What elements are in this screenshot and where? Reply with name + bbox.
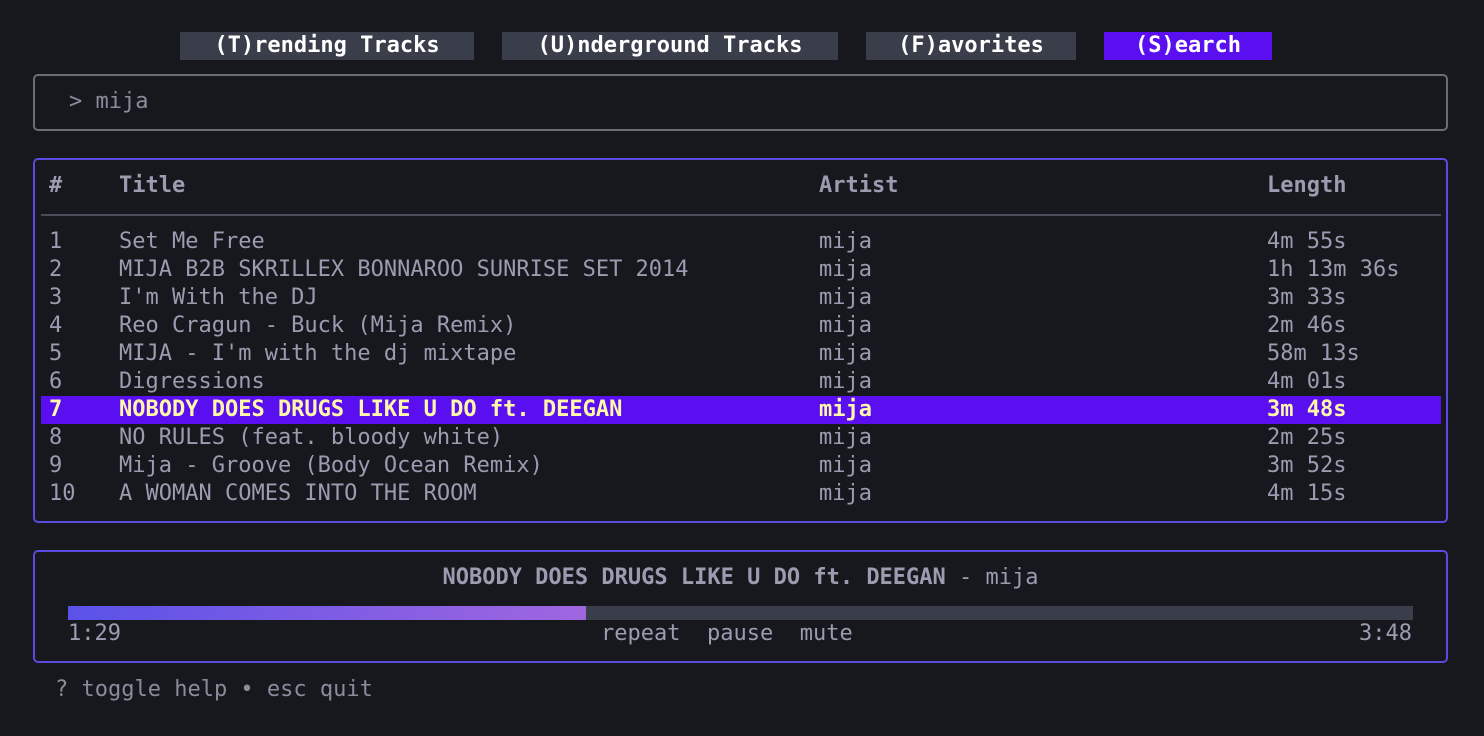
row-length: 2m 25s: [1267, 425, 1347, 450]
tab-favorites[interactable]: (F)avorites: [866, 32, 1076, 60]
row-number: 2: [49, 257, 63, 282]
table-row[interactable]: 6 Digressions mija 4m 01s: [41, 368, 1441, 396]
row-number: 7: [49, 397, 63, 422]
row-artist: mija: [819, 285, 872, 310]
total-time: 3:48: [1359, 621, 1412, 646]
row-number: 5: [49, 341, 63, 366]
row-artist: mija: [819, 229, 872, 254]
row-title: NOBODY DOES DRUGS LIKE U DO ft. DEEGAN: [119, 397, 623, 422]
table-row[interactable]: 1 Set Me Free mija 4m 55s: [41, 228, 1441, 256]
row-artist: mija: [819, 453, 872, 478]
row-number: 8: [49, 425, 63, 450]
search-prompt-symbol: >: [69, 89, 96, 114]
row-number: 6: [49, 369, 63, 394]
player-panel: NOBODY DOES DRUGS LIKE U DO ft. DEEGAN -…: [33, 550, 1448, 663]
row-title: MIJA B2B SKRILLEX BONNAROO SUNRISE SET 2…: [119, 257, 689, 282]
column-header-number: #: [49, 173, 63, 198]
row-length: 2m 46s: [1267, 313, 1347, 338]
row-length: 3m 48s: [1267, 397, 1347, 422]
table-row[interactable]: 9 Mija - Groove (Body Ocean Remix) mija 3m …: [41, 452, 1441, 480]
row-length: 4m 15s: [1267, 481, 1347, 506]
row-title: Mija - Groove (Body Ocean Remix): [119, 453, 543, 478]
row-artist: mija: [819, 397, 872, 422]
mute-button[interactable]: mute: [800, 621, 853, 646]
table-row[interactable]: 5 MIJA - I'm with the dj mixtape mija 58m 1…: [41, 340, 1441, 368]
row-title: Reo Cragun - Buck (Mija Remix): [119, 313, 517, 338]
row-length: 1h 13m 36s: [1267, 257, 1400, 282]
table-row[interactable]: 3 I'm With the DJ mija 3m 33s: [41, 284, 1441, 312]
now-playing-separator: -: [945, 565, 986, 590]
row-number: 9: [49, 453, 63, 478]
row-number: 4: [49, 313, 63, 338]
tab-underground-tracks[interactable]: (U)nderground Tracks: [502, 32, 838, 60]
column-header-title: Title: [119, 173, 186, 198]
row-artist: mija: [819, 425, 872, 450]
row-artist: mija: [819, 369, 872, 394]
tab-bar: (T)rending Tracks (U)nderground Tracks (…: [0, 32, 1484, 60]
search-box[interactable]: > mija: [33, 74, 1448, 131]
tab-search[interactable]: (S)earch: [1104, 32, 1272, 60]
row-artist: mija: [819, 257, 872, 282]
row-length: 58m 13s: [1267, 341, 1360, 366]
row-length: 3m 33s: [1267, 285, 1347, 310]
search-input[interactable]: > mija: [69, 89, 148, 114]
row-artist: mija: [819, 313, 872, 338]
row-title: Set Me Free: [119, 229, 265, 254]
table-row[interactable]: 10 A WOMAN COMES INTO THE ROOM mija 4m 15s: [41, 480, 1441, 508]
column-header-artist: Artist: [819, 173, 899, 198]
row-title: NO RULES (feat. bloody white): [119, 425, 504, 450]
progress-bar[interactable]: [68, 606, 1413, 620]
row-title: Digressions: [119, 369, 265, 394]
now-playing: NOBODY DOES DRUGS LIKE U DO ft. DEEGAN -…: [35, 564, 1446, 592]
table-row[interactable]: 4 Reo Cragun - Buck (Mija Remix) mija 2m 46…: [41, 312, 1441, 340]
results-table: # Title Artist Length 1 Set Me Free mija 4m…: [33, 158, 1448, 523]
now-playing-artist: mija: [985, 565, 1039, 590]
table-row[interactable]: 7 NOBODY DOES DRUGS LIKE U DO ft. DEEGAN m…: [41, 396, 1441, 424]
now-playing-title: NOBODY DOES DRUGS LIKE U DO ft. DEEGAN: [442, 565, 946, 590]
elapsed-time: 1:29: [68, 621, 121, 646]
row-number: 3: [49, 285, 63, 310]
table-row[interactable]: 8 NO RULES (feat. bloody white) mija 2m 25s: [41, 424, 1441, 452]
search-query[interactable]: mija: [96, 89, 149, 114]
row-number: 10: [49, 481, 76, 506]
row-number: 1: [49, 229, 63, 254]
help-hint: ? toggle help • esc quit: [55, 677, 373, 702]
progress-fill: [68, 606, 586, 620]
row-length: 4m 01s: [1267, 369, 1347, 394]
row-length: 4m 55s: [1267, 229, 1347, 254]
table-row[interactable]: 2 MIJA B2B SKRILLEX BONNAROO SUNRISE SET …: [41, 256, 1441, 284]
row-title: I'm With the DJ: [119, 285, 318, 310]
row-title: MIJA - I'm with the dj mixtape: [119, 341, 517, 366]
header-divider: [41, 214, 1441, 216]
row-artist: mija: [819, 481, 872, 506]
row-length: 3m 52s: [1267, 453, 1347, 478]
row-title: A WOMAN COMES INTO THE ROOM: [119, 481, 477, 506]
player-controls: repeat pause mute: [601, 620, 853, 648]
repeat-button[interactable]: repeat: [601, 621, 680, 646]
pause-button[interactable]: pause: [707, 621, 773, 646]
column-header-length: Length: [1267, 173, 1347, 198]
tab-trending-tracks[interactable]: (T)rending Tracks: [180, 32, 474, 60]
row-artist: mija: [819, 341, 872, 366]
